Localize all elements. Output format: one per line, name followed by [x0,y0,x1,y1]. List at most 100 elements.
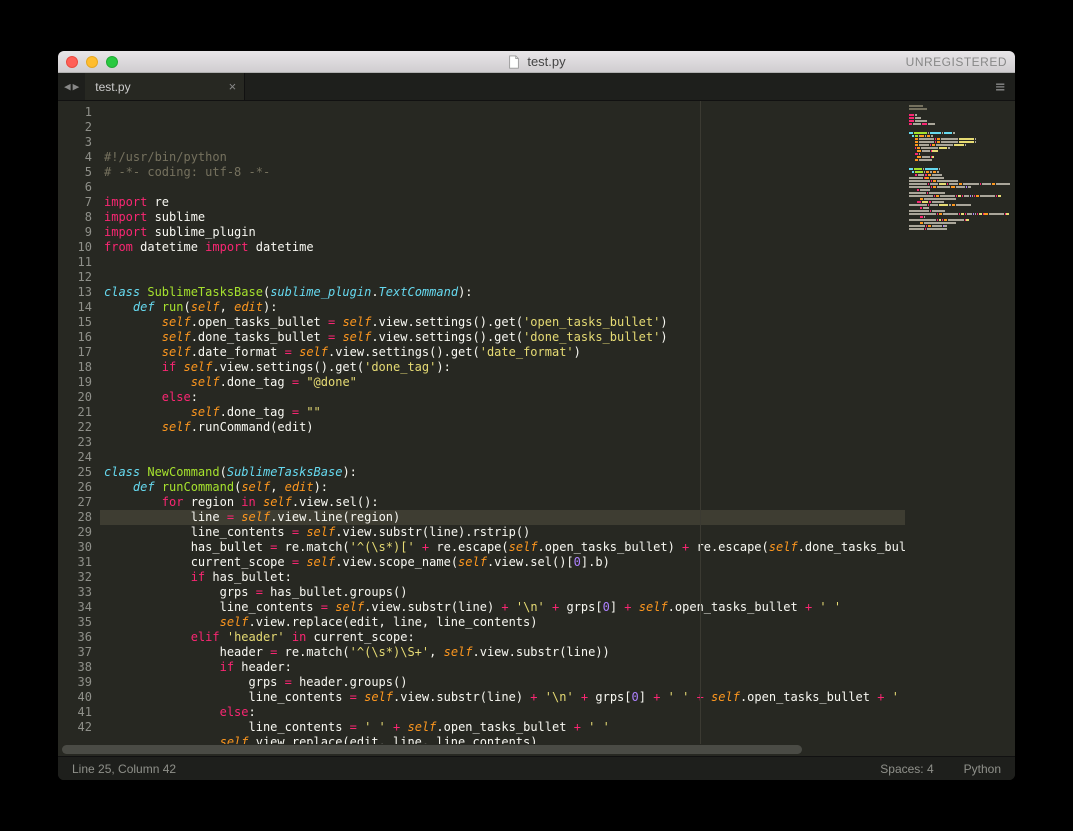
window-title-text: test.py [527,54,565,69]
traffic-lights [66,56,118,68]
code-line[interactable]: line_contents = self.view.substr(line) +… [100,600,905,615]
line-number: 12 [62,270,92,285]
code-line[interactable]: line_contents = ' ' + self.open_tasks_bu… [100,720,905,735]
line-number: 30 [62,540,92,555]
line-number: 36 [62,630,92,645]
tab-label: test.py [95,80,130,94]
unregistered-label: UNREGISTERED [906,55,1007,69]
code-line[interactable]: def run(self, edit): [100,300,905,315]
line-number: 23 [62,435,92,450]
code-line[interactable]: self.runCommand(edit) [100,420,905,435]
syntax-setting[interactable]: Python [964,762,1001,776]
code-line[interactable]: line_contents = self.view.substr(line).r… [100,525,905,540]
line-number: 26 [62,480,92,495]
code-line[interactable] [100,180,905,195]
code-line[interactable]: line_contents = self.view.substr(line) +… [100,690,905,705]
zoom-window-icon[interactable] [106,56,118,68]
line-number: 15 [62,315,92,330]
file-icon [507,55,521,69]
line-number: 31 [62,555,92,570]
code-line[interactable]: self.date_format = self.view.settings().… [100,345,905,360]
line-number: 29 [62,525,92,540]
line-number: 9 [62,225,92,240]
code-line[interactable]: class NewCommand(SublimeTasksBase): [100,465,905,480]
cursor-position: Line 25, Column 42 [72,762,176,776]
code-line[interactable]: line = self.view.line(region) [100,510,905,525]
line-number: 37 [62,645,92,660]
code-line[interactable]: if has_bullet: [100,570,905,585]
code-line[interactable]: from datetime import datetime [100,240,905,255]
code-line[interactable]: else: [100,390,905,405]
line-number: 24 [62,450,92,465]
line-number: 35 [62,615,92,630]
horizontal-scrollbar[interactable] [58,744,1015,756]
code-line[interactable]: has_bullet = re.match('^(\s*)[' + re.esc… [100,540,905,555]
line-number: 19 [62,375,92,390]
line-number: 16 [62,330,92,345]
code-line[interactable]: import re [100,195,905,210]
line-number: 4 [62,150,92,165]
code-line[interactable]: for region in self.view.sel(): [100,495,905,510]
code-line[interactable]: else: [100,705,905,720]
code-line[interactable]: self.view.replace(edit, line, line_conte… [100,615,905,630]
code-line[interactable]: import sublime [100,210,905,225]
line-number: 33 [62,585,92,600]
code-line[interactable]: #!/usr/bin/python [100,150,905,165]
line-number: 5 [62,165,92,180]
code-line[interactable]: grps = header.groups() [100,675,905,690]
code-line[interactable]: grps = has_bullet.groups() [100,585,905,600]
code-line[interactable]: self.done_tag = "@done" [100,375,905,390]
status-bar: Line 25, Column 42 Spaces: 4 Python [58,756,1015,780]
code-line[interactable]: class SublimeTasksBase(sublime_plugin.Te… [100,285,905,300]
line-number: 11 [62,255,92,270]
forward-button[interactable]: ▶ [73,80,80,93]
line-number: 40 [62,690,92,705]
line-number: 34 [62,600,92,615]
line-number: 25 [62,465,92,480]
line-number: 27 [62,495,92,510]
line-number: 42 [62,720,92,735]
code-line[interactable]: self.done_tag = "" [100,405,905,420]
line-number: 7 [62,195,92,210]
line-number: 38 [62,660,92,675]
tab-testpy[interactable]: test.py × [85,73,245,100]
line-number: 39 [62,675,92,690]
app-window: test.py UNREGISTERED ◀ ▶ test.py × ≡ 12 3… [58,51,1015,780]
code-line[interactable] [100,450,905,465]
code-line[interactable]: # -*- coding: utf-8 -*- [100,165,905,180]
titlebar: test.py UNREGISTERED [58,51,1015,73]
line-number: 41 [62,705,92,720]
line-number: 13 [62,285,92,300]
close-window-icon[interactable] [66,56,78,68]
code-line[interactable] [100,270,905,285]
code-line[interactable]: if self.view.settings().get('done_tag'): [100,360,905,375]
code-area[interactable]: #!/usr/bin/python# -*- coding: utf-8 -*-… [100,101,905,744]
indent-setting[interactable]: Spaces: 4 [880,762,933,776]
code-line[interactable]: current_scope = self.view.scope_name(sel… [100,555,905,570]
code-line[interactable]: elif 'header' in current_scope: [100,630,905,645]
code-line[interactable] [100,435,905,450]
minimap[interactable] [905,101,1015,744]
scrollbar-thumb[interactable] [62,745,802,754]
code-line[interactable]: import sublime_plugin [100,225,905,240]
code-line[interactable] [100,255,905,270]
line-number: 14 [62,300,92,315]
window-title: test.py [58,54,1015,69]
line-number: 10 [62,240,92,255]
close-icon[interactable]: × [229,80,237,93]
code-line[interactable]: header = re.match('^(\s*)\S+', self.view… [100,645,905,660]
editor: 1234567891011121314151617181920212223242… [58,101,1015,744]
code-line[interactable]: self.view.replace(edit, line, line_conte… [100,735,905,744]
line-number: 8 [62,210,92,225]
minimize-window-icon[interactable] [86,56,98,68]
code-line[interactable]: if header: [100,660,905,675]
menu-icon[interactable]: ≡ [985,73,1015,100]
code-line[interactable]: def runCommand(self, edit): [100,480,905,495]
line-number: 3 [62,135,92,150]
gutter: 1234567891011121314151617181920212223242… [58,101,100,744]
line-number: 2 [62,120,92,135]
code-line[interactable]: self.done_tasks_bullet = self.view.setti… [100,330,905,345]
back-button[interactable]: ◀ [64,80,71,93]
line-number: 21 [62,405,92,420]
code-line[interactable]: self.open_tasks_bullet = self.view.setti… [100,315,905,330]
